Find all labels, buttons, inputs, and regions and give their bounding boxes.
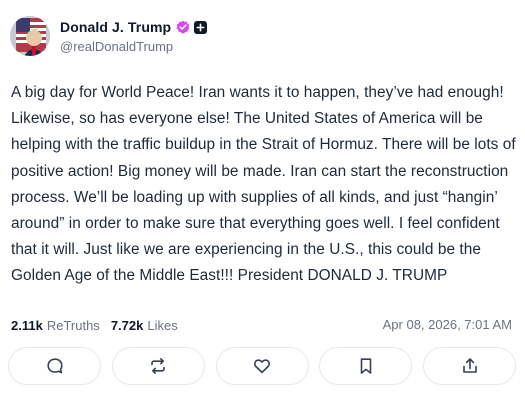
like-icon: [253, 359, 271, 374]
name-row: Donald J. Trump: [60, 18, 208, 36]
retruths-stat[interactable]: 2.11k ReTruths: [11, 318, 100, 333]
action-bar: [8, 347, 516, 385]
like-button[interactable]: [215, 347, 309, 385]
retruths-label: ReTruths: [46, 317, 100, 333]
author-handle[interactable]: @realDonaldTrump: [60, 39, 207, 54]
bookmark-button[interactable]: [319, 347, 413, 385]
post-body-text: A big day for World Peace! Iran wants it…: [11, 84, 516, 285]
retruths-count: 2.11k: [11, 317, 43, 333]
verified-badge-icon: [176, 20, 190, 34]
share-button[interactable]: [423, 347, 516, 385]
author-names: Donald J. Trump @realDonaldTrump: [60, 18, 208, 54]
avatar[interactable]: [10, 16, 50, 56]
post-timestamp[interactable]: Apr 08, 2026, 7:01 AM: [383, 317, 512, 332]
share-icon: [462, 358, 477, 373]
post-header: Donald J. Trump @realDonaldTrump: [10, 14, 208, 58]
plus-square-icon: [194, 20, 208, 34]
retruth-button[interactable]: [111, 347, 205, 385]
reply-button[interactable]: [8, 347, 101, 385]
author-display-name[interactable]: Donald J. Trump: [60, 19, 171, 35]
post-stats: 2.11k ReTruths 7.72k Likes: [11, 317, 178, 333]
likes-label: Likes: [147, 317, 178, 333]
likes-stat[interactable]: 7.72k Likes: [111, 318, 178, 333]
bookmark-icon: [360, 358, 372, 374]
avatar-image: [10, 16, 50, 56]
reply-icon: [46, 358, 63, 374]
likes-count: 7.72k: [110, 317, 144, 333]
retruth-icon: [151, 358, 166, 374]
